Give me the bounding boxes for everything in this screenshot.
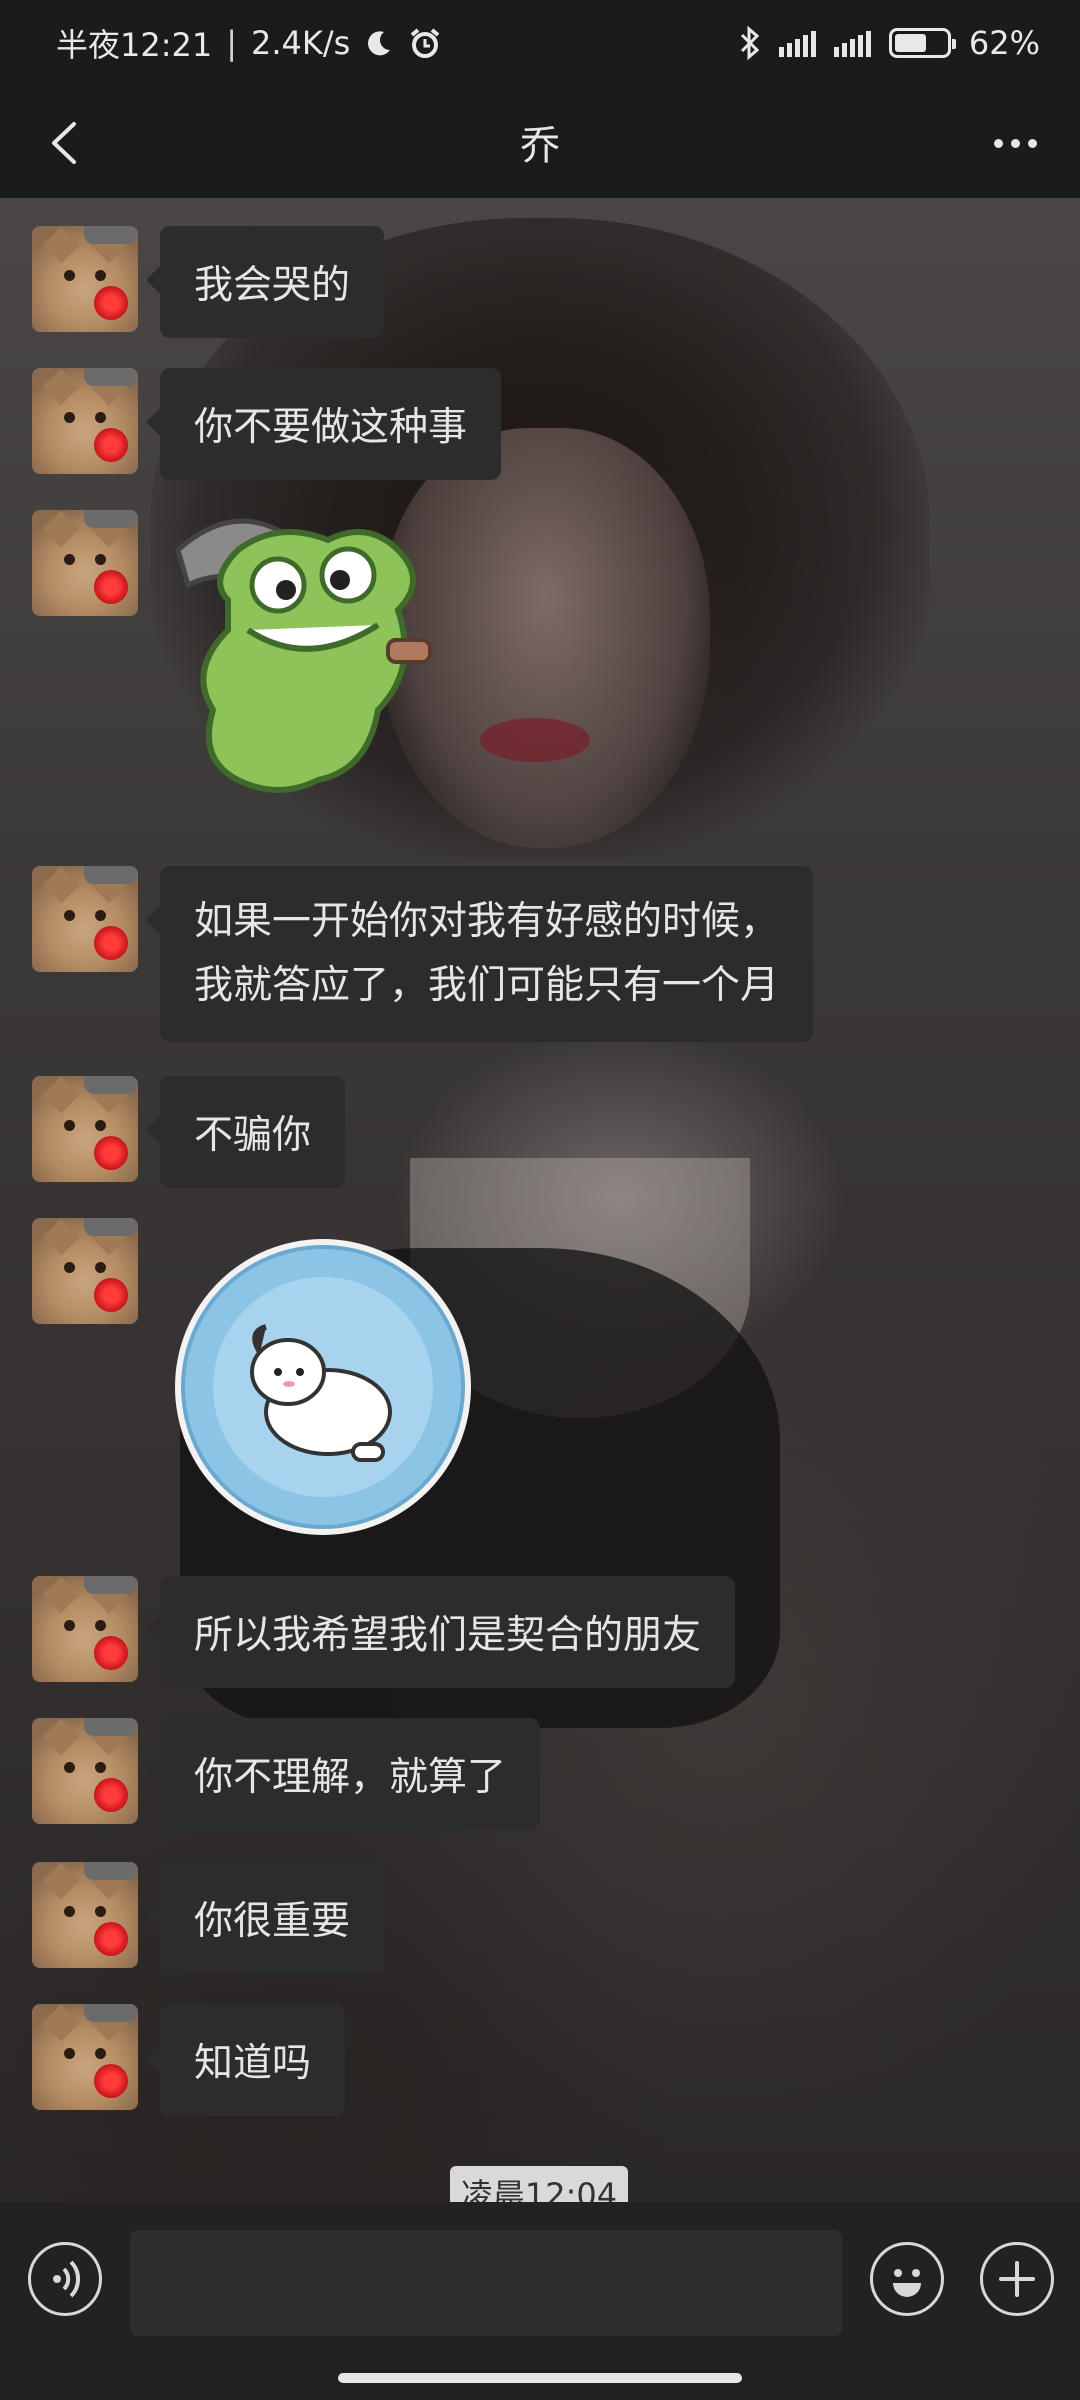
message-input[interactable] (130, 2230, 842, 2336)
status-bar: 半夜12:21 | 2.4K/s 62% (0, 0, 1080, 86)
avatar[interactable] (32, 1218, 138, 1324)
avatar[interactable] (32, 2004, 138, 2110)
signal-5g-icon (778, 29, 816, 57)
emoji-button[interactable] (870, 2242, 944, 2316)
bluetooth-icon (740, 26, 760, 60)
message-row: 你很重要 (32, 1862, 385, 1974)
voice-icon (53, 2260, 81, 2298)
message-row (32, 1218, 478, 1546)
alarm-icon (411, 28, 440, 58)
signal-5g-icon (833, 29, 871, 57)
battery-percent: 62% (968, 24, 1040, 62)
message-bubble[interactable]: 所以我希望我们是契合的朋友 (145, 1576, 736, 1688)
status-separator: | (226, 24, 238, 62)
network-speed: 2.4K/s (251, 24, 351, 62)
chat-title: 乔 (520, 123, 560, 169)
message-line: 如果一开始你对我有好感的时候， (194, 899, 780, 944)
more-dots-icon (993, 138, 1037, 148)
sticker-message[interactable] (168, 510, 458, 814)
avatar[interactable] (32, 226, 138, 332)
avatar[interactable] (32, 1076, 138, 1182)
avatar[interactable] (32, 368, 138, 474)
message-bubble[interactable]: 你很重要 (145, 1862, 385, 1974)
back-button[interactable] (30, 108, 100, 178)
voice-button[interactable] (28, 2242, 102, 2316)
message-row: 我会哭的 (32, 226, 385, 338)
status-time: 半夜12:21 (56, 26, 213, 64)
message-bubble[interactable]: 知道吗 (145, 2004, 346, 2116)
emoji-icon (893, 2269, 921, 2297)
more-button[interactable] (980, 108, 1050, 178)
avatar[interactable] (32, 1862, 138, 1968)
chat-header: 乔 (0, 86, 1080, 198)
message-row: 所以我希望我们是契合的朋友 (32, 1576, 736, 1688)
avatar[interactable] (32, 1576, 138, 1682)
home-indicator[interactable] (338, 2373, 742, 2383)
moon-icon (368, 31, 391, 56)
message-row: 知道吗 (32, 2004, 346, 2116)
timestamp: 凌晨12:04 (450, 2166, 628, 2206)
message-bubble[interactable]: 我会哭的 (145, 226, 385, 338)
green-frog-knife-sticker (175, 518, 432, 793)
message-row: 你不要做这种事 (32, 368, 502, 480)
message-row: 你不理解，就算了 (32, 1718, 541, 1830)
sticker-message[interactable] (168, 1232, 478, 1546)
plus-button[interactable] (980, 2242, 1054, 2316)
battery-icon (888, 28, 956, 58)
sheep-in-blue-bowl-sticker (175, 1239, 471, 1535)
background-photo-lips (480, 718, 590, 762)
input-bar (0, 2202, 1080, 2400)
message-row: 不骗你 (32, 1076, 346, 1188)
message-line: 我就答应了，我们可能只有一个月 (194, 963, 780, 1008)
message-bubble[interactable]: 你不要做这种事 (145, 368, 502, 480)
avatar[interactable] (32, 510, 138, 616)
plus-icon (999, 2261, 1035, 2297)
message-bubble[interactable]: 如果一开始你对我有好感的时候， 我就答应了，我们可能只有一个月 (145, 866, 814, 1042)
back-arrow-icon (52, 122, 76, 164)
avatar[interactable] (32, 1718, 138, 1824)
message-row (32, 510, 458, 814)
message-bubble[interactable]: 你不理解，就算了 (145, 1718, 541, 1830)
message-bubble[interactable]: 不骗你 (145, 1076, 346, 1188)
message-row: 如果一开始你对我有好感的时候， 我就答应了，我们可能只有一个月 (32, 866, 814, 1042)
avatar[interactable] (32, 866, 138, 972)
